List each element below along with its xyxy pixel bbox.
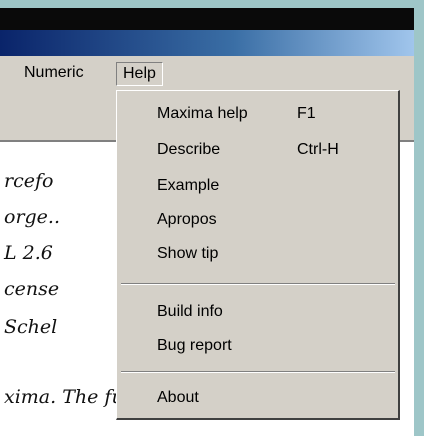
menu-item-label: About bbox=[157, 389, 199, 406]
menu-item-build-info[interactable]: Build info bbox=[117, 297, 397, 327]
desktop-background-strip-right bbox=[414, 0, 424, 436]
menu-item-apropos[interactable]: Apropos bbox=[117, 205, 397, 235]
menu-separator bbox=[121, 371, 395, 373]
menu-item-label: Build info bbox=[157, 303, 223, 320]
menu-item-example[interactable]: Example bbox=[117, 171, 397, 201]
menu-item-maxima-help[interactable]: Maxima help F1 bbox=[117, 99, 397, 129]
menu-item-label: Bug report bbox=[157, 337, 232, 354]
menu-item-about[interactable]: About bbox=[117, 383, 397, 413]
console-line: L 2.6 bbox=[4, 242, 53, 264]
menu-help[interactable]: Help bbox=[116, 62, 163, 86]
window-frame-top bbox=[0, 8, 424, 30]
menu-item-label: Apropos bbox=[157, 211, 217, 228]
desktop-background-strip bbox=[0, 0, 424, 8]
menu-item-label: Show tip bbox=[157, 245, 219, 262]
console-line: cense bbox=[4, 278, 60, 300]
menu-item-show-tip[interactable]: Show tip bbox=[117, 239, 397, 269]
console-line: orge.. bbox=[4, 206, 61, 228]
menu-item-describe[interactable]: Describe Ctrl-H bbox=[117, 135, 397, 165]
menu-numeric[interactable]: Numeric bbox=[20, 62, 88, 84]
menu-item-label: Describe bbox=[157, 141, 221, 158]
menu-item-shortcut: Ctrl-H bbox=[297, 141, 339, 158]
menu-item-bug-report[interactable]: Bug report bbox=[117, 331, 397, 361]
menu-item-shortcut: F1 bbox=[297, 105, 316, 122]
menu-bar: Numeric Help bbox=[0, 56, 424, 90]
console-line: Schel bbox=[4, 316, 58, 338]
menu-separator bbox=[121, 283, 395, 285]
help-menu-dropdown: Maxima help F1 Describe Ctrl-H Example A… bbox=[116, 90, 400, 420]
console-line: rcefo bbox=[4, 170, 54, 192]
menu-item-label: Maxima help bbox=[157, 105, 248, 122]
title-bar[interactable] bbox=[0, 30, 424, 56]
menu-item-label: Example bbox=[157, 177, 220, 194]
